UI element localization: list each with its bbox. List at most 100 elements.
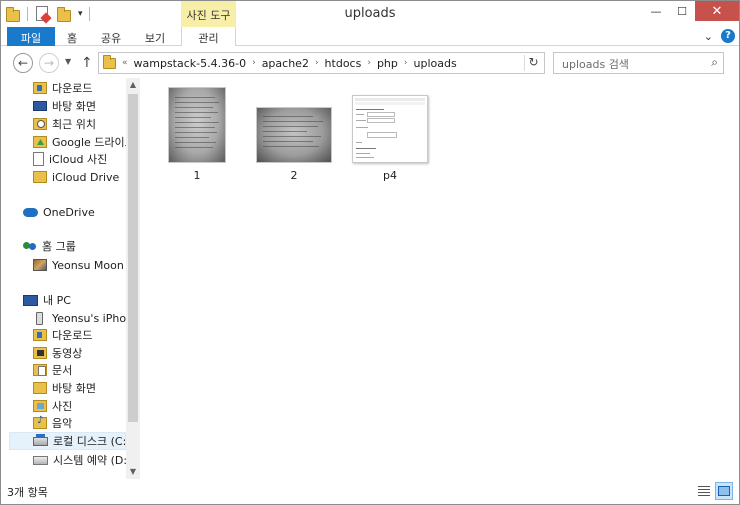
nav-item-icloud-photos[interactable]: iCloud 사진 (33, 150, 126, 168)
nav-item-label: OneDrive (43, 205, 95, 219)
nav-scrollbar[interactable]: ▲ ▼ (126, 78, 140, 479)
nav-item-label: 음악 (52, 417, 73, 430)
view-switcher (695, 482, 733, 500)
onedrive-icon (23, 207, 38, 217)
nav-item-label: 문서 (52, 364, 73, 377)
breadcrumb-item[interactable]: wampstack-5.4.36-0 (134, 57, 247, 70)
breadcrumb-separator[interactable]: › (367, 58, 371, 68)
breadcrumb-item[interactable]: htdocs (325, 57, 362, 70)
file-item[interactable]: 1 (166, 87, 228, 182)
nav-item-this-pc[interactable]: 내 PC (23, 291, 126, 309)
refresh-icon[interactable]: ↻ (524, 55, 542, 71)
nav-item-onedrive[interactable]: OneDrive (23, 203, 126, 221)
overflow-icon[interactable]: « (122, 58, 128, 68)
desktop-folder-icon (33, 382, 47, 394)
toolbar-divider (27, 7, 28, 21)
iphone-icon (36, 311, 43, 325)
customize-toolbar-icon[interactable]: ▾ (78, 9, 83, 19)
nav-item-documents[interactable]: 문서 (33, 361, 126, 379)
address-bar[interactable]: « wampstack-5.4.36-0 › apache2 › htdocs … (98, 52, 545, 74)
breadcrumb-separator[interactable]: › (252, 58, 256, 68)
up-button[interactable]: ↑ (81, 55, 93, 71)
window-controls: — ☐ ✕ (643, 1, 739, 21)
nav-item-label: 바탕 화면 (52, 382, 96, 395)
minimize-button[interactable]: — (643, 1, 669, 21)
folder-icon[interactable] (5, 6, 21, 22)
new-folder-icon[interactable] (56, 6, 72, 22)
large-icons-view-button[interactable] (715, 482, 733, 500)
icloud-photos-icon (33, 152, 44, 166)
scroll-down-icon[interactable]: ▼ (126, 465, 140, 479)
item-count: 3개 항목 (7, 486, 48, 499)
nav-item-label: Google 드라이브 (52, 136, 126, 149)
photo-thumbnail (168, 87, 226, 163)
nav-item-iphone[interactable]: Yeonsu's iPhone (33, 309, 126, 327)
nav-item-label: 최근 위치 (52, 118, 96, 131)
tab-file[interactable]: 파일 (7, 27, 55, 46)
nav-item-label: 사진 (52, 400, 73, 413)
tab-share[interactable]: 공유 (93, 27, 129, 46)
downloads-folder-icon (33, 82, 47, 94)
expand-ribbon-icon[interactable]: ⌄ (704, 30, 713, 43)
google-drive-icon (33, 136, 47, 148)
nav-item-label: 시스템 예약 (D:) (53, 454, 126, 467)
window-title: uploads (344, 6, 396, 21)
details-view-button[interactable] (695, 482, 713, 500)
forward-button[interactable]: → (39, 53, 59, 73)
nav-item-label: 로컬 디스크 (C:) (53, 435, 126, 448)
breadcrumb-item[interactable]: uploads (413, 57, 456, 70)
nav-item-homegroup[interactable]: 홈 그룹 (23, 237, 126, 255)
nav-item-downloads-pc[interactable]: 다운로드 (33, 326, 126, 344)
folder-icon (103, 55, 116, 69)
nav-item-downloads[interactable]: 다운로드 (33, 79, 126, 97)
nav-item-user[interactable]: Yeonsu Moon (33, 256, 126, 274)
search-icon[interactable]: ⌕ (711, 55, 718, 70)
downloads-folder-icon (33, 329, 47, 341)
explorer-window: ▾ 사진 도구 uploads — ☐ ✕ 파일 홈 공유 보기 관리 ⌄ ? … (0, 0, 740, 505)
nav-item-music[interactable]: 음악 (33, 414, 126, 432)
nav-item-google-drive[interactable]: Google 드라이브 (33, 133, 126, 151)
properties-icon[interactable] (34, 6, 50, 22)
navigation-pane: 다운로드 바탕 화면 최근 위치 Google 드라이브 iCloud 사진 i… (1, 78, 141, 479)
nav-item-recent-places[interactable]: 최근 위치 (33, 115, 126, 133)
nav-item-icloud-drive[interactable]: iCloud Drive (33, 168, 126, 186)
back-button[interactable]: ← (13, 53, 33, 73)
photo-thumbnail (256, 107, 332, 163)
nav-item-desktop-pc[interactable]: 바탕 화면 (33, 379, 126, 397)
breadcrumb-separator[interactable]: › (404, 58, 408, 68)
breadcrumb-item[interactable]: apache2 (262, 57, 309, 70)
nav-item-label: 바탕 화면 (52, 100, 96, 113)
maximize-button[interactable]: ☐ (669, 1, 695, 21)
webpage-thumbnail (352, 95, 428, 163)
scrollbar-thumb[interactable] (128, 94, 138, 422)
nav-item-label: 다운로드 (52, 329, 93, 342)
recent-locations-icon[interactable]: ▼ (65, 57, 71, 66)
tab-home[interactable]: 홈 (59, 27, 85, 46)
breadcrumb-item[interactable]: php (377, 57, 398, 70)
music-folder-icon (33, 415, 47, 429)
quick-access-toolbar: ▾ (5, 5, 90, 23)
file-item[interactable]: 2 (254, 107, 334, 182)
recent-places-icon (33, 118, 47, 130)
scroll-up-icon[interactable]: ▲ (126, 78, 140, 92)
nav-item-label: 내 PC (43, 294, 71, 307)
details-view-icon (698, 486, 710, 496)
nav-item-desktop[interactable]: 바탕 화면 (33, 97, 126, 115)
nav-item-pictures[interactable]: 사진 (33, 397, 126, 415)
nav-item-label: Yeonsu's iPhone (52, 311, 126, 325)
search-input[interactable]: uploads 검색 ⌕ (553, 52, 724, 74)
file-name: p4 (383, 169, 397, 182)
file-item[interactable]: p4 (350, 95, 430, 182)
ribbon-controls: ⌄ ? (704, 29, 735, 43)
tab-manage[interactable]: 관리 (181, 27, 236, 46)
tab-view[interactable]: 보기 (137, 27, 173, 46)
nav-item-videos[interactable]: 동영상 (33, 344, 126, 362)
close-button[interactable]: ✕ (695, 1, 739, 21)
user-avatar-icon (33, 259, 47, 271)
nav-item-local-disk[interactable]: 로컬 디스크 (C:) (9, 432, 126, 450)
breadcrumb-separator[interactable]: › (315, 58, 319, 68)
help-icon[interactable]: ? (721, 29, 735, 43)
nav-item-label: 동영상 (52, 347, 83, 360)
nav-item-system-reserved[interactable]: 시스템 예약 (D:) (33, 451, 126, 469)
icloud-drive-icon (33, 171, 47, 183)
